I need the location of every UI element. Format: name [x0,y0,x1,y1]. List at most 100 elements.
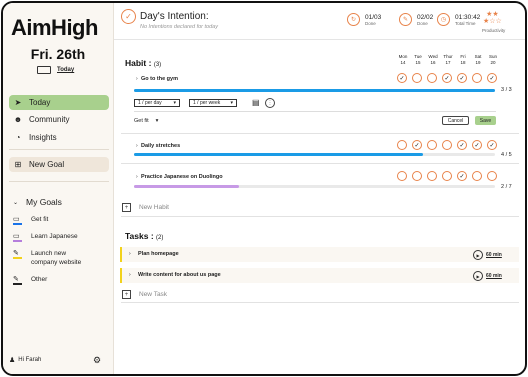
play-icon[interactable]: ▶ [473,271,483,281]
check-circle-icon[interactable]: ✓ [487,140,497,150]
day-number: 15 [415,60,421,65]
nav-item-today[interactable]: ➤ Today [9,95,109,110]
clock-icon: ◷ [437,13,450,26]
save-button[interactable]: Save [475,116,496,125]
check-circle-icon[interactable]: ✓ [457,140,467,150]
chevron-right-icon[interactable]: › [136,143,138,149]
habit-row[interactable]: › Daily stretches ✓ ✓ ✓ ✓ [121,138,503,154]
calendar-icon[interactable]: ▤ [252,98,260,107]
app-window: AimHigh Fri. 26th Today ➤ Today ☻ Commun… [1,1,527,376]
tasks-section-title: Tasks : (2) [125,231,163,241]
intention-subtitle: No Intentions declared for today [140,24,218,30]
frequency-value: 1 / per day [138,100,162,106]
my-goals-header[interactable]: ⌄ My Goals [13,197,62,207]
habit-row[interactable]: › Go to the gym ✓ ✓ ✓ ✓ [121,71,503,87]
chevron-right-icon[interactable]: › [136,76,138,82]
empty-circle-icon[interactable] [412,171,422,181]
stat-total-time: ◷ 01:30:42 Total Time [437,13,480,26]
header-divider [114,39,525,40]
empty-circle-icon[interactable] [472,171,482,181]
today-link[interactable]: Today [57,67,74,73]
stat-tasks-done: ✎ 02/02 Done [399,13,433,26]
task-row[interactable]: › Plan homepage ▶ 60 min [120,247,519,262]
new-task-button[interactable]: + New Task [122,290,167,299]
day-number: 18 [460,60,466,65]
more-icon[interactable]: ⋮ [265,98,275,108]
habit-progress-fill [134,153,423,156]
cancel-button[interactable]: Cancel [442,116,469,125]
calendar-icon[interactable] [37,66,51,74]
empty-circle-icon[interactable] [397,140,407,150]
nav-item-insights[interactable]: ◔ Insights [9,130,109,145]
task-row[interactable]: › Write content for about us page ▶ 60 m… [120,268,519,283]
check-circle-icon[interactable]: ✓ [457,171,467,181]
stat-label: Total Time [455,20,476,26]
check-circle-icon[interactable]: ✓ [397,73,407,83]
empty-circle-icon[interactable] [397,171,407,181]
task-duration[interactable]: 60 min [486,273,502,279]
empty-circle-icon[interactable] [487,171,497,181]
user-icon: ♟ [9,357,16,364]
chevron-right-icon[interactable]: › [129,272,131,278]
day-number: 19 [475,60,481,65]
goal-item-launch-website[interactable]: ✎ Launch new company website [13,249,93,267]
empty-circle-icon[interactable] [442,171,452,181]
chevron-right-icon[interactable]: › [136,174,138,180]
goal-item-get-fit[interactable]: ▭ Get fit [13,215,49,225]
task-name: Plan homepage [138,251,179,257]
goal-select-value: Get fit [134,118,149,124]
tasks-count: (2) [156,235,164,241]
divider [121,302,519,303]
day-header: Fri 18 [456,54,470,66]
task-name: Write content for about us page [138,272,221,278]
refresh-icon: ↻ [347,13,360,26]
day-header: Sun 20 [486,54,500,66]
new-goal-button[interactable]: ⊞ New Goal [9,157,109,172]
frequency-select[interactable]: 1 / per day ▾ [134,99,180,107]
star-rating-icon: ★★ ★☆☆ [483,11,502,25]
sidebar: AimHigh Fri. 26th Today ➤ Today ☻ Commun… [3,3,114,374]
check-circle-icon[interactable]: ✓ [442,73,452,83]
empty-circle-icon[interactable] [427,140,437,150]
pencil-icon: ✎ [13,249,23,259]
check-circle-icon[interactable]: ✓ [412,140,422,150]
stat-habits-done: ↻ 01/03 Done [347,13,381,26]
gear-icon[interactable]: ⚙ [93,355,101,366]
habit-progress-track [134,153,495,156]
empty-circle-icon[interactable] [472,73,482,83]
habit-progress-fill [134,185,239,188]
check-circle-icon[interactable]: ✓ [472,140,482,150]
empty-circle-icon[interactable] [442,140,452,150]
main-content: ✓ Day's Intention: No Intentions declare… [114,3,525,374]
empty-circle-icon[interactable] [412,73,422,83]
habit-row[interactable]: › Practice Japanese on Duolingo ✓ [121,169,503,185]
check-circle-icon[interactable]: ✓ [457,73,467,83]
my-goals-label: My Goals [26,197,62,207]
new-task-label: New Task [139,291,168,298]
empty-circle-icon[interactable] [427,171,437,181]
divider [134,111,496,112]
user-profile[interactable]: ♟ Hi Farah [9,356,41,364]
goal-item-learn-japanese[interactable]: ▭ Learn Japanese [13,232,78,242]
intention-icon[interactable]: ✓ [121,9,136,24]
habit-title-text: Habit : [125,58,152,68]
period-select[interactable]: 1 / per week ▾ [189,99,237,107]
task-duration[interactable]: 60 min [486,252,502,258]
check-circle-icon[interactable]: ✓ [487,73,497,83]
goal-label: Get fit [31,216,49,223]
dropdown-arrow-icon: ▾ [155,118,159,124]
play-icon[interactable]: ▶ [473,250,483,260]
stat-value: 02/02 [417,13,434,21]
goal-select[interactable]: Get fit ▾ [134,118,158,124]
habit-name: Go to the gym [141,76,178,82]
nav-label: Community [29,115,70,124]
nav-label: Insights [29,133,57,142]
empty-circle-icon[interactable] [427,73,437,83]
intention-title[interactable]: Day's Intention: [140,11,209,22]
new-habit-button[interactable]: + New Habit [122,203,169,212]
plus-icon: + [122,203,131,212]
chevron-right-icon[interactable]: › [129,251,131,257]
nav-item-community[interactable]: ☻ Community [9,112,109,127]
habit-progress-text: 2 / 7 [501,184,512,190]
goal-item-other[interactable]: ✎ Other [13,275,47,285]
